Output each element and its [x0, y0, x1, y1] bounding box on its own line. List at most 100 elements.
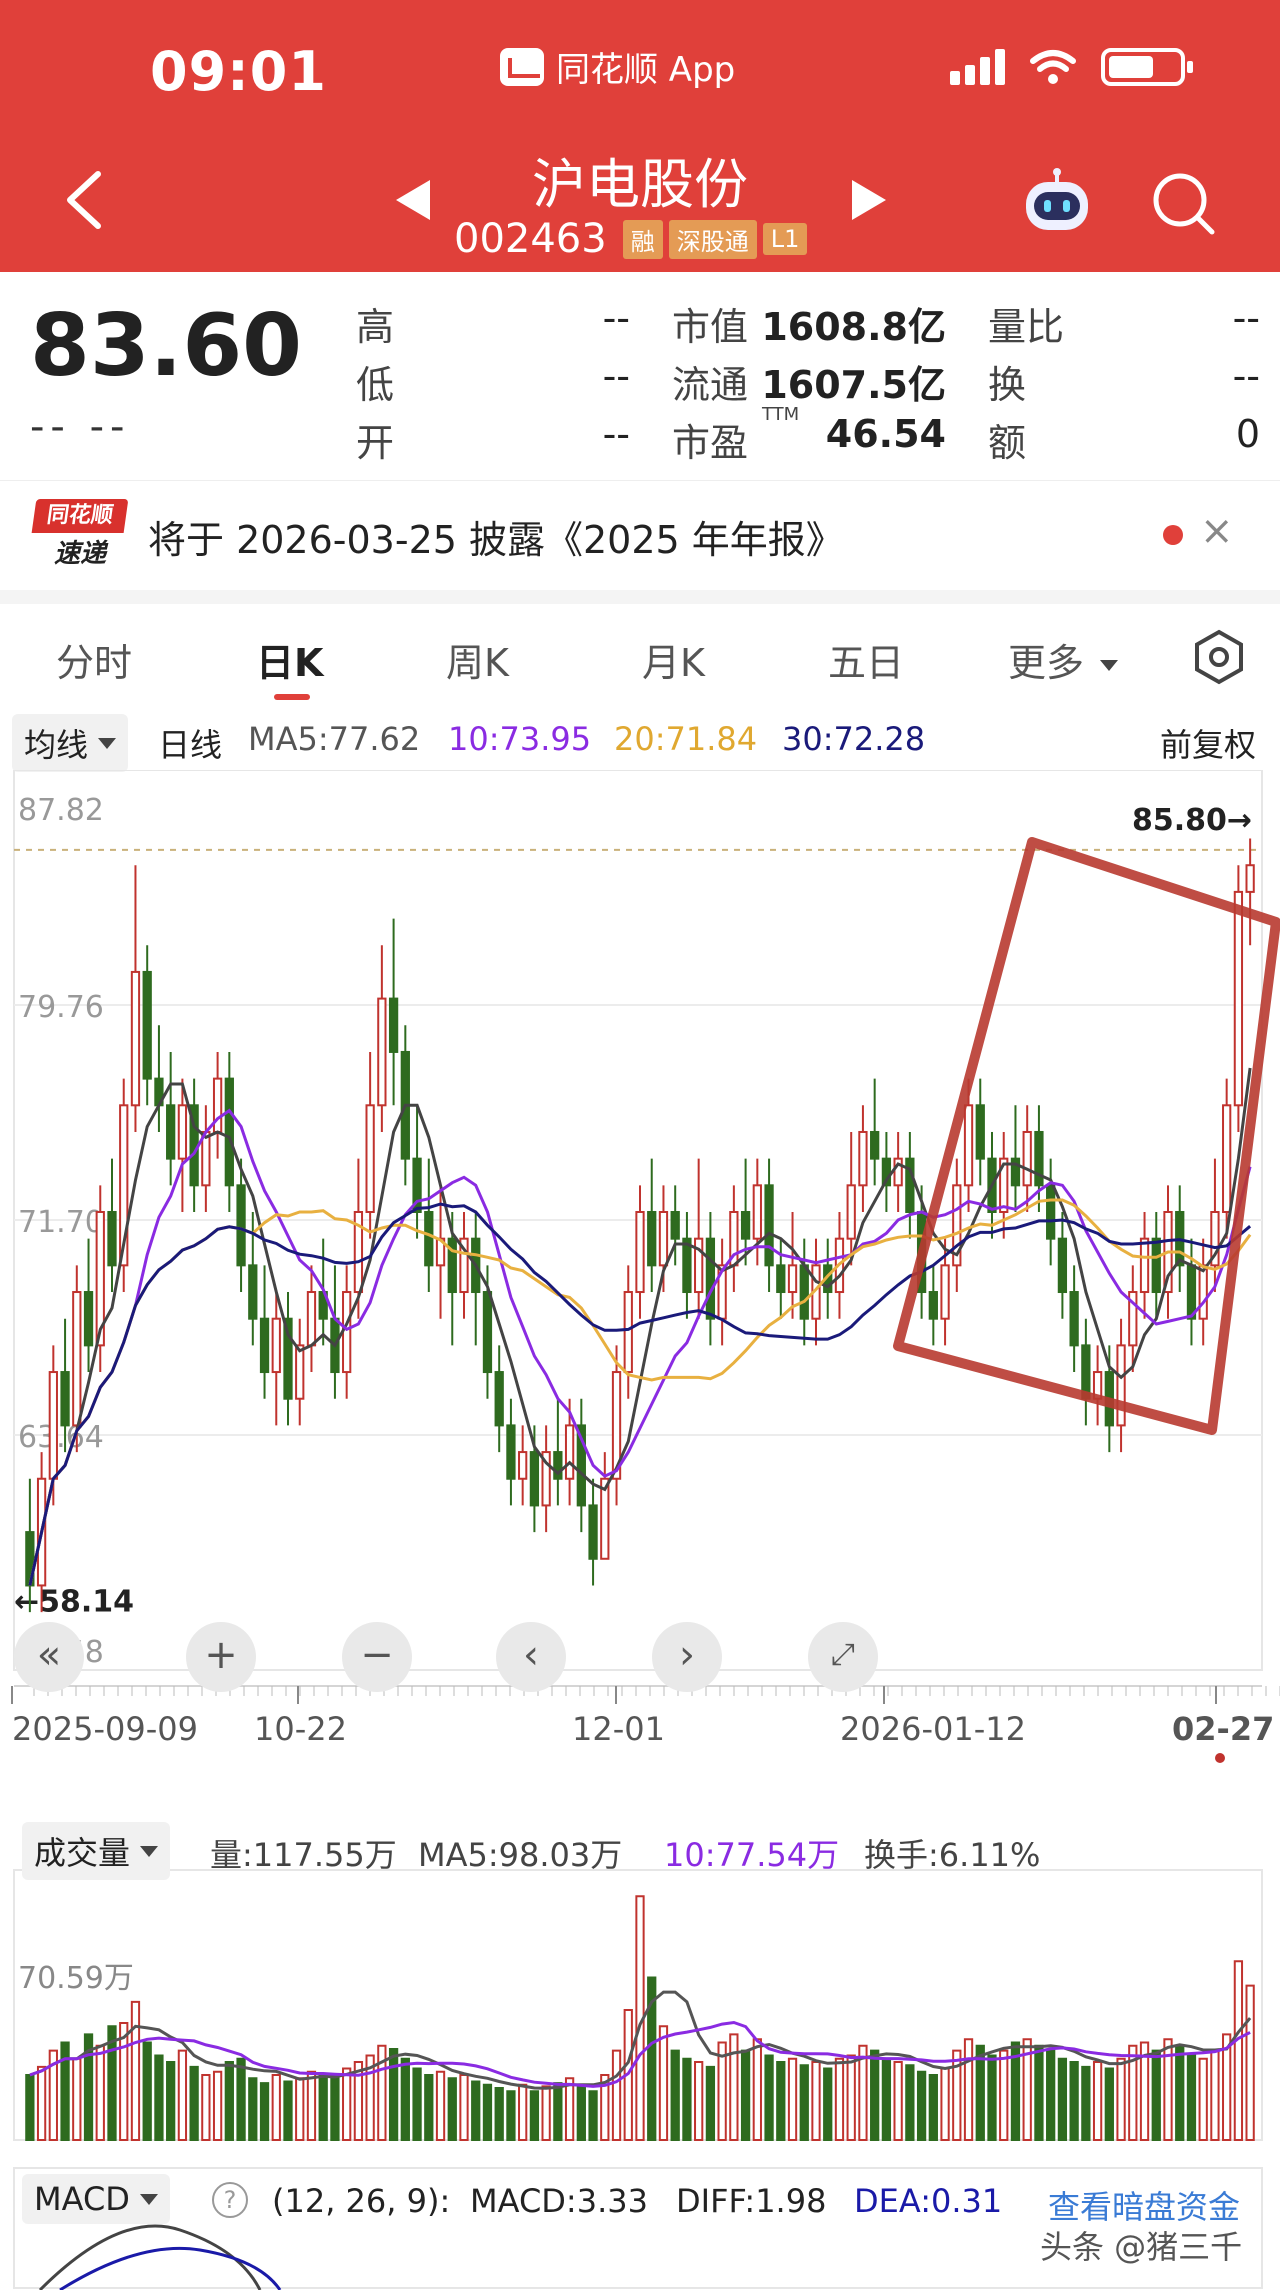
rewind-icon[interactable]: « [14, 1622, 84, 1692]
tab-five-day[interactable]: 五日 [828, 632, 904, 687]
volume-bar [729, 2033, 739, 2141]
kline-svg[interactable]: 87.8279.7671.7063.6455.5885.80→←58.14202… [0, 769, 1280, 2291]
tab-more[interactable]: 更多 [1008, 632, 1119, 687]
news-logo: 同花顺 速递 [31, 499, 129, 575]
pan-left-icon[interactable]: ‹ [496, 1622, 566, 1692]
news-logo-bottom: 速递 [53, 539, 106, 569]
divider [0, 590, 1280, 604]
volume-bar [506, 2090, 516, 2141]
ma-dropdown[interactable]: 均线 [12, 714, 129, 772]
volume-bar [142, 2041, 152, 2141]
price-change: -- -- [30, 404, 131, 450]
volume-bar [870, 2049, 880, 2141]
candle-body [271, 1317, 281, 1374]
candle-body [1233, 890, 1244, 1107]
min-price-label: ←58.14 [14, 1585, 134, 1620]
annotation-box [893, 837, 1280, 1435]
volume-dropdown[interactable]: 成交量 [22, 1822, 171, 1880]
volume-bar [893, 2061, 903, 2141]
volume-legend: 成交量 量:117.55万 MA5:98.03万 10:77.54万 换手:6.… [0, 1822, 1280, 1880]
ma30-value: 30:72.28 [782, 720, 926, 758]
candle-body [306, 1291, 317, 1347]
volume-bar [494, 2087, 504, 2141]
candle-body [424, 1210, 434, 1267]
stock-code: 002463 [454, 216, 607, 262]
diff-value: DIFF:1.98 [676, 2182, 827, 2220]
volume-bar [130, 2000, 141, 2141]
candle-body [588, 1504, 598, 1560]
ma-legend: 均线 日线 MA5:77.62 10:73.95 20:71.84 30:72.… [0, 712, 1280, 772]
candle-body [236, 1184, 246, 1267]
dea-value: DEA:0.31 [854, 2182, 1003, 2220]
candle-body [870, 1130, 880, 1160]
zoom-in-icon[interactable]: + [186, 1622, 256, 1692]
volume-bar [928, 2074, 938, 2141]
ma20-value: 20:71.84 [614, 720, 758, 758]
volume-bar [588, 2090, 598, 2141]
current-date-dot [1215, 1753, 1225, 1763]
search-icon[interactable] [1150, 170, 1216, 236]
max-price-label: 85.80→ [1132, 803, 1252, 838]
volume-bar [412, 2067, 422, 2141]
price-axis-label: 87.82 [18, 793, 104, 828]
candle-body [1046, 1184, 1056, 1240]
price-axis-label: 79.76 [18, 990, 104, 1025]
news-banner[interactable]: 同花顺 速递 将于 2026-03-25 披露《2025 年年报》 [0, 480, 1280, 590]
volume-bar [424, 2074, 434, 2141]
candle-body [705, 1237, 716, 1320]
volume-bar [670, 2049, 680, 2141]
tab-monthly-k[interactable]: 月K [642, 632, 705, 687]
tab-more-label: 更多 [1008, 641, 1085, 685]
news-text[interactable]: 将于 2026-03-25 披露《2025 年年报》 [148, 509, 844, 564]
volume-bar [95, 2044, 105, 2141]
signal-icon [950, 49, 1005, 85]
candle-body [377, 997, 387, 1107]
candle-body [740, 1210, 751, 1240]
value-low: -- [602, 354, 630, 398]
volume-bar [518, 2083, 528, 2141]
tab-intraday[interactable]: 分时 [56, 632, 132, 687]
zoom-out-icon[interactable]: − [342, 1622, 412, 1692]
volume-bar [705, 2065, 716, 2141]
volume-bar [541, 2085, 551, 2141]
tab-weekly-k[interactable]: 周K [446, 632, 509, 687]
volume-bar [834, 2057, 845, 2141]
volume-bar [905, 2064, 915, 2141]
volume-bar [1081, 2065, 1091, 2141]
help-icon[interactable]: ? [212, 2182, 248, 2218]
battery-icon [1101, 48, 1193, 86]
volume-bar [1233, 1960, 1244, 2141]
volume-ma10: 10:77.54万 [664, 1836, 840, 1874]
macd-dropdown[interactable]: MACD [22, 2174, 170, 2224]
ma10-value: 10:73.95 [448, 720, 592, 758]
adjust-mode[interactable]: 前复权 [1160, 720, 1256, 766]
tab-daily-k[interactable]: 日K [256, 632, 323, 687]
close-icon[interactable]: × [1200, 508, 1234, 554]
fullscreen-icon[interactable]: ⤢ [808, 1622, 878, 1692]
macd-dropdown-label: MACD [34, 2180, 130, 2218]
pan-right-icon[interactable]: › [652, 1622, 722, 1692]
volume-bar [694, 2061, 704, 2141]
volume-bar [529, 2090, 540, 2141]
tag-connect: 深股通 [668, 219, 757, 259]
settings-icon[interactable] [1190, 628, 1248, 686]
unread-dot [1163, 525, 1183, 545]
candle-body [658, 1210, 669, 1267]
volume-bar [283, 2080, 293, 2141]
volume-bar [1092, 2061, 1103, 2141]
volume-bar [1245, 1984, 1255, 2141]
ma5-line [28, 1067, 1252, 1586]
volume-bar [306, 2070, 317, 2141]
candle-body [858, 1130, 868, 1187]
x-axis-label: 2025-09-09 [12, 1710, 198, 1748]
candle-body [635, 1210, 645, 1294]
volume-bar [166, 2061, 176, 2141]
robot-assistant-icon[interactable] [1020, 168, 1094, 238]
chevron-down-icon [1100, 660, 1119, 671]
volume-bar [482, 2083, 493, 2141]
next-stock-icon[interactable] [852, 180, 886, 220]
macd-diff-line [38, 2224, 262, 2291]
candle-body [787, 1264, 798, 1294]
label-open: 开 [356, 421, 395, 465]
kline-chart-area[interactable]: 87.8279.7671.7063.6455.5885.80→←58.14202… [0, 769, 1280, 2291]
